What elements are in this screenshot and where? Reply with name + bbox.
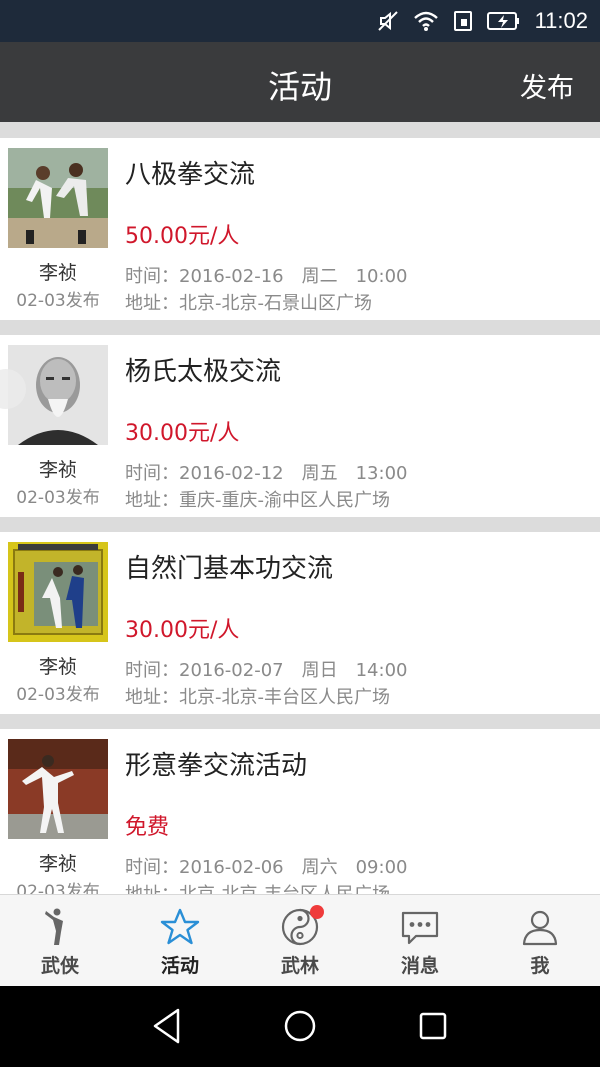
sim-icon bbox=[453, 11, 472, 31]
activity-address: 地址：北京-北京-丰台区人民广场 bbox=[125, 683, 390, 709]
time-clock: 09:00 bbox=[355, 857, 408, 878]
wifi-icon bbox=[413, 11, 438, 31]
battery-icon bbox=[486, 12, 519, 30]
activity-price: 30.00元/人 bbox=[125, 421, 240, 446]
activity-thumbnail bbox=[8, 148, 108, 248]
tab-label: 消息 bbox=[400, 955, 439, 977]
author-name: 李祯 bbox=[38, 262, 77, 284]
time-clock: 13:00 bbox=[355, 463, 408, 484]
tab-wulin[interactable]: 武林 bbox=[240, 895, 360, 987]
person-icon bbox=[522, 910, 558, 946]
address-value: 北京-北京-丰台区人民广场 bbox=[179, 884, 390, 894]
publish-button[interactable]: 发布 bbox=[520, 66, 574, 105]
time-date: 2016-02-06 bbox=[179, 857, 284, 878]
time-weekday: 周五 bbox=[301, 463, 338, 484]
activity-list[interactable]: 李祯 02-03发布 八极拳交流 50.00元/人 时间：2016-02-16 周… bbox=[0, 122, 600, 894]
author-name: 李祯 bbox=[38, 853, 77, 875]
activity-card[interactable]: 李祯 02-03发布 杨氏太极交流 30.00元/人 时间：2016-02-12… bbox=[0, 335, 600, 517]
tab-activity[interactable]: 活动 bbox=[120, 895, 240, 987]
address-label: 地址： bbox=[125, 490, 179, 511]
status-bar: 11:02 bbox=[0, 0, 600, 42]
activity-card[interactable]: 李祯 02-03发布 形意拳交流活动 免费 时间：2016-02-06 周六 09:… bbox=[0, 729, 600, 894]
activity-address: 地址：北京-北京-石景山区广场 bbox=[125, 289, 372, 315]
author-name: 李祯 bbox=[38, 459, 77, 481]
address-label: 地址： bbox=[125, 687, 179, 708]
activity-thumbnail bbox=[8, 739, 108, 839]
activity-title: 自然门基本功交流 bbox=[125, 554, 334, 584]
activity-title: 形意拳交流活动 bbox=[125, 751, 308, 781]
star-icon bbox=[160, 908, 200, 945]
time-weekday: 周二 bbox=[301, 266, 338, 287]
time-label: 时间： bbox=[125, 660, 179, 681]
activity-card[interactable]: 李祯 02-03发布 八极拳交流 50.00元/人 时间：2016-02-16 周… bbox=[0, 138, 600, 320]
activity-price: 30.00元/人 bbox=[125, 618, 240, 643]
activity-price: 50.00元/人 bbox=[125, 224, 240, 249]
tab-messages[interactable]: 消息 bbox=[360, 895, 480, 987]
tab-label: 活动 bbox=[160, 955, 199, 977]
address-value: 北京-北京-石景山区广场 bbox=[179, 293, 372, 314]
activity-thumbnail bbox=[8, 542, 108, 642]
publish-date: 02-03发布 bbox=[16, 882, 100, 894]
status-time: 11:02 bbox=[534, 8, 588, 33]
tab-label: 我 bbox=[530, 955, 550, 977]
address-label: 地址： bbox=[125, 293, 179, 314]
publish-date: 02-03发布 bbox=[16, 291, 100, 311]
home-icon[interactable] bbox=[282, 1006, 318, 1046]
activity-price: 免费 bbox=[125, 815, 170, 840]
time-clock: 14:00 bbox=[355, 660, 408, 681]
address-value: 北京-北京-丰台区人民广场 bbox=[179, 687, 390, 708]
activity-time: 时间：2016-02-12 周五 13:00 bbox=[125, 459, 407, 485]
time-date: 2016-02-12 bbox=[179, 463, 284, 484]
notification-badge bbox=[310, 905, 324, 919]
system-nav-bar bbox=[0, 986, 600, 1067]
activity-time: 时间：2016-02-07 周日 14:00 bbox=[125, 656, 407, 682]
activity-address: 地址：北京-北京-丰台区人民广场 bbox=[125, 880, 390, 894]
publish-date: 02-03发布 bbox=[16, 685, 100, 705]
tab-me[interactable]: 我 bbox=[480, 895, 600, 987]
mute-icon bbox=[377, 11, 398, 31]
publish-date: 02-03发布 bbox=[16, 488, 100, 508]
time-weekday: 周六 bbox=[301, 857, 338, 878]
activity-time: 时间：2016-02-16 周二 10:00 bbox=[125, 262, 407, 288]
time-date: 2016-02-07 bbox=[179, 660, 284, 681]
title-bar: 活动 发布 bbox=[0, 42, 600, 122]
activity-title: 杨氏太极交流 bbox=[125, 357, 282, 387]
address-label: 地址： bbox=[125, 884, 179, 894]
activity-card[interactable]: 李祯 02-03发布 自然门基本功交流 30.00元/人 时间：2016-02-… bbox=[0, 532, 600, 714]
activity-title: 八极拳交流 bbox=[125, 160, 256, 190]
time-label: 时间： bbox=[125, 266, 179, 287]
author-name: 李祯 bbox=[38, 656, 77, 678]
kick-icon bbox=[45, 908, 63, 945]
time-label: 时间： bbox=[125, 463, 179, 484]
time-clock: 10:00 bbox=[355, 266, 408, 287]
message-icon bbox=[401, 911, 439, 945]
tab-wuxia[interactable]: 武侠 bbox=[0, 895, 120, 987]
back-icon[interactable] bbox=[150, 1006, 184, 1046]
address-value: 重庆-重庆-渝中区人民广场 bbox=[179, 490, 390, 511]
page-title: 活动 bbox=[267, 68, 332, 106]
activity-time: 时间：2016-02-06 周六 09:00 bbox=[125, 853, 407, 879]
tab-label: 武侠 bbox=[40, 955, 79, 977]
tab-label: 武林 bbox=[280, 955, 319, 977]
time-weekday: 周日 bbox=[301, 660, 338, 681]
time-label: 时间： bbox=[125, 857, 179, 878]
time-date: 2016-02-16 bbox=[179, 266, 284, 287]
bottom-tab-bar: 武侠 活动 武林 消息 我 bbox=[0, 894, 600, 986]
activity-address: 地址：重庆-重庆-渝中区人民广场 bbox=[125, 486, 390, 512]
recents-icon[interactable] bbox=[416, 1006, 450, 1046]
